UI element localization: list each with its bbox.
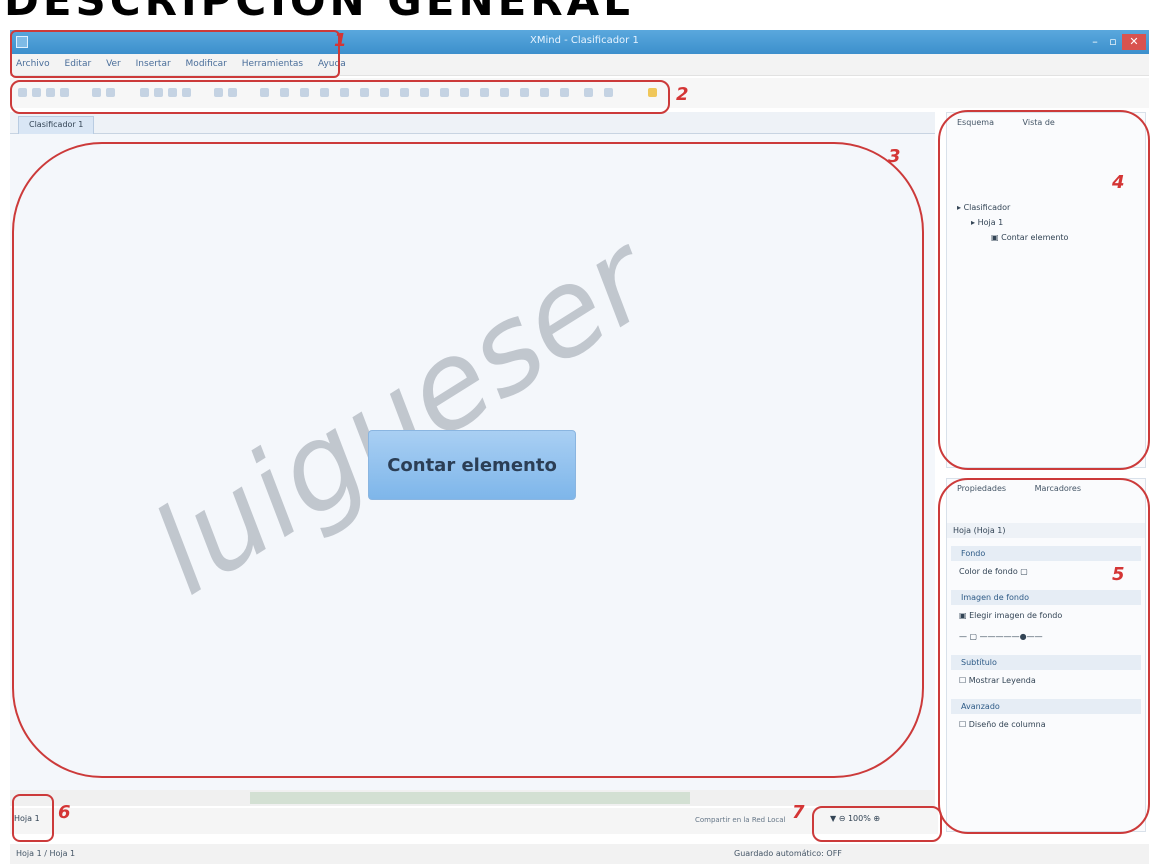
section-subtitulo[interactable]: Subtítulo [951, 655, 1141, 670]
zoom-out-icon[interactable] [604, 88, 613, 97]
share-label: Compartir en la Red Local [695, 816, 786, 824]
window-title: XMind - Clasificador 1 [530, 35, 639, 46]
drill-up-icon[interactable] [480, 88, 489, 97]
status-bar: Hoja 1 / Hoja 1 Guardado automático: OFF [10, 844, 1149, 864]
zoom-out-button[interactable]: ⊖ [839, 814, 848, 823]
paste-icon[interactable] [168, 88, 177, 97]
zoom-control[interactable]: ▼ ⊖ 100% ⊕ [830, 814, 880, 823]
menu-editar[interactable]: Editar [59, 54, 98, 69]
filter-icon[interactable]: ▼ [830, 814, 836, 823]
central-topic[interactable]: Contar elemento [368, 430, 576, 500]
help-icon[interactable] [648, 88, 657, 97]
annotation-number-5: 5 [1112, 564, 1125, 585]
annotation-number-1: 1 [334, 30, 347, 51]
watermark: luigueser [130, 210, 674, 622]
export-icon[interactable] [540, 88, 549, 97]
relationship-icon[interactable] [380, 88, 389, 97]
print-icon[interactable] [60, 88, 69, 97]
restore-button[interactable]: ▫ [1104, 34, 1122, 50]
image-icon[interactable] [360, 88, 369, 97]
zoom-value: 100% [847, 814, 871, 823]
screenshot-root: DESCRIPCIÓN GENERAL XMind - Clasificador… [0, 0, 1151, 866]
undo-icon[interactable] [92, 88, 101, 97]
menu-insertar[interactable]: Insertar [130, 54, 177, 69]
zoom-in-button[interactable]: ⊕ [873, 814, 880, 823]
topic-icon[interactable] [214, 88, 223, 97]
marker-icon[interactable] [260, 88, 269, 97]
close-button[interactable]: ✕ [1122, 34, 1146, 50]
summary-icon[interactable] [420, 88, 429, 97]
page-heading: DESCRIPCIÓN GENERAL [4, 0, 634, 25]
menu-herramientas[interactable]: Herramientas [236, 54, 309, 69]
delete-icon[interactable] [182, 88, 191, 97]
subtopic-icon[interactable] [228, 88, 237, 97]
section-imagen-fondo[interactable]: Imagen de fondo [951, 590, 1141, 605]
tab-vista[interactable]: Vista de [1023, 118, 1055, 127]
tab-clasificador[interactable]: Clasificador 1 [18, 116, 95, 134]
annotation-number-3: 3 [888, 146, 901, 167]
menu-modificar[interactable]: Modificar [180, 54, 233, 69]
menu-ayuda[interactable]: Ayuda [312, 54, 352, 69]
annotation-number-2: 2 [676, 84, 689, 105]
copy-icon[interactable] [154, 88, 163, 97]
sheet-tab[interactable]: Hoja 1 [14, 814, 40, 823]
menu-ver[interactable]: Ver [100, 54, 127, 69]
boundary-icon[interactable] [400, 88, 409, 97]
cut-icon[interactable] [140, 88, 149, 97]
style-icon[interactable] [500, 88, 509, 97]
app-icon [16, 36, 28, 48]
outline-panel: Esquema Vista de ▸ Clasificador ▸ Hoja 1… [946, 112, 1146, 468]
save-icon[interactable] [46, 88, 55, 97]
section-fondo[interactable]: Fondo [951, 546, 1141, 561]
scroll-thumb[interactable] [250, 792, 690, 804]
minimize-button[interactable]: – [1086, 34, 1104, 50]
outline-panel-tabs: Esquema Vista de [947, 113, 1145, 133]
open-icon[interactable] [32, 88, 41, 97]
tree-node-root[interactable]: ▸ Clasificador [957, 203, 1068, 212]
filter-icon[interactable] [440, 88, 449, 97]
properties-title: Hoja (Hoja 1) [947, 523, 1145, 538]
tree-node-sheet[interactable]: ▸ Hoja 1 [957, 218, 1068, 227]
properties-panel: Propiedades Marcadores Hoja (Hoja 1) Fon… [946, 478, 1146, 832]
new-icon[interactable] [18, 88, 27, 97]
zoom-in-icon[interactable] [584, 88, 593, 97]
tab-marcadores[interactable]: Marcadores [1035, 484, 1081, 493]
label-icon[interactable] [280, 88, 289, 97]
menu-archivo[interactable]: Archivo [10, 54, 56, 69]
theme-icon[interactable] [520, 88, 529, 97]
section-avanzado[interactable]: Avanzado [951, 699, 1141, 714]
properties-panel-tabs: Propiedades Marcadores [947, 479, 1145, 499]
status-left: Hoja 1 / Hoja 1 [16, 849, 76, 858]
redo-icon[interactable] [106, 88, 115, 97]
row-diseno-columna[interactable]: ☐ Diseño de columna [947, 714, 1145, 735]
hyperlink-icon[interactable] [320, 88, 329, 97]
tab-propiedades[interactable]: Propiedades [957, 484, 1006, 493]
annotation-number-6: 6 [58, 802, 71, 823]
row-elegir-imagen[interactable]: ▣ Elegir imagen de fondo [947, 605, 1145, 626]
tab-esquema[interactable]: Esquema [957, 118, 994, 127]
mindmap-canvas[interactable]: luigueser Contar elemento [10, 134, 935, 790]
title-bar: XMind - Clasificador 1 – ▫ ✕ [10, 30, 1149, 54]
row-opacity-slider[interactable]: — ▢ —————●—— [947, 626, 1145, 647]
annotation-number-7: 7 [792, 802, 805, 823]
outline-tree: ▸ Clasificador ▸ Hoja 1 ▣ Contar element… [957, 203, 1068, 248]
share-icon[interactable] [560, 88, 569, 97]
menu-bar: Archivo Editar Ver Insertar Modificar He… [10, 54, 1149, 76]
toolbar [10, 78, 1149, 108]
annotation-number-4: 4 [1112, 172, 1125, 193]
tree-node-topic[interactable]: ▣ Contar elemento [957, 233, 1068, 242]
editor-tab-strip: Clasificador 1 [10, 112, 935, 134]
status-right: Guardado automático: OFF [734, 849, 842, 858]
attachment-icon[interactable] [340, 88, 349, 97]
note-icon[interactable] [300, 88, 309, 97]
row-mostrar-leyenda[interactable]: ☐ Mostrar Leyenda [947, 670, 1145, 691]
drill-down-icon[interactable] [460, 88, 469, 97]
